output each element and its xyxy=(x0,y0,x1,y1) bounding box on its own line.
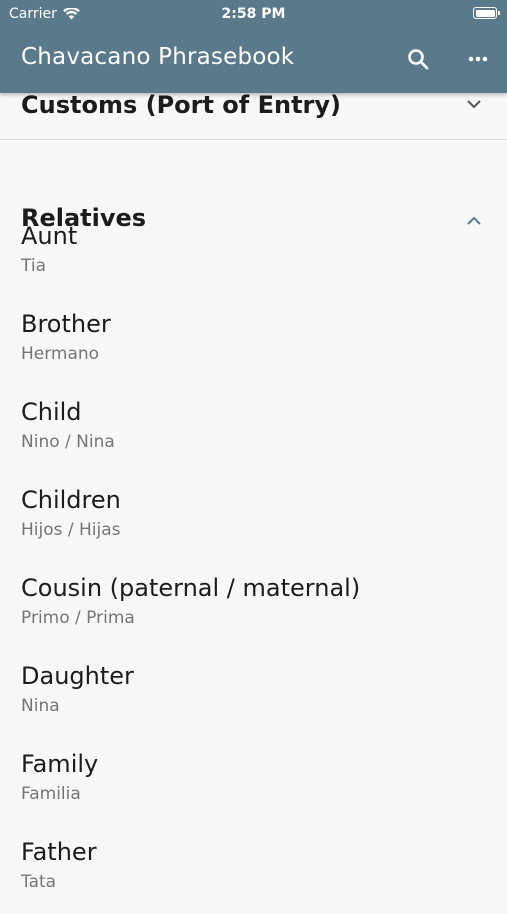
search-button[interactable] xyxy=(404,45,432,73)
phrase-item[interactable]: Cousin (paternal / maternal) Primo / Pri… xyxy=(0,562,507,650)
phrase-item[interactable]: Father Tata xyxy=(0,826,507,914)
phrase-term: Child xyxy=(21,398,82,426)
phrase-term: Cousin (paternal / maternal) xyxy=(21,574,361,602)
phrase-translation: Tia xyxy=(21,256,47,276)
phrase-item[interactable]: Family Familia xyxy=(0,738,507,826)
phrase-translation: Nino / Nina xyxy=(21,432,115,452)
phrase-term: Aunt xyxy=(21,222,78,250)
app-bar: Carrier 2:58 PM Chavacano Phrasebook xyxy=(0,0,507,93)
phrase-item[interactable]: Child Nino / Nina xyxy=(0,386,507,474)
section-customs-header[interactable]: Customs (Port of Entry) xyxy=(0,91,507,140)
more-horizontal-icon xyxy=(468,56,488,62)
phrase-translation: Tata xyxy=(21,872,57,892)
phrase-item[interactable]: Daughter Nina xyxy=(0,650,507,738)
phrase-translation: Hijos / Hijas xyxy=(21,520,121,540)
phrase-translation: Familia xyxy=(21,784,81,804)
phrase-item[interactable]: Aunt Tia xyxy=(0,210,507,298)
battery-icon xyxy=(473,7,500,19)
phrase-translation: Primo / Prima xyxy=(21,608,135,628)
phrase-list-container: Customs (Port of Entry) Relatives Aunt T… xyxy=(0,91,507,900)
phrase-term: Daughter xyxy=(21,662,134,690)
section-relatives-header[interactable]: Relatives xyxy=(0,140,507,232)
search-icon xyxy=(408,49,429,70)
status-bar: Carrier 2:58 PM xyxy=(0,0,507,27)
phrase-translation: Hermano xyxy=(21,344,100,364)
phrase-term: Children xyxy=(21,486,121,514)
phrase-item[interactable]: Children Hijos / Hijas xyxy=(0,474,507,562)
phrase-term: Family xyxy=(21,750,99,778)
phrase-term: Father xyxy=(21,838,97,866)
app-title: Chavacano Phrasebook xyxy=(21,44,295,70)
phrase-item[interactable]: Brother Hermano xyxy=(0,298,507,386)
phrase-translation: Nina xyxy=(21,696,60,716)
chevron-down-icon xyxy=(467,100,481,109)
section-title: Customs (Port of Entry) xyxy=(21,91,341,119)
more-options-button[interactable] xyxy=(464,45,492,73)
phrase-term: Brother xyxy=(21,310,111,338)
relatives-phrase-list: Aunt Tia Brother Hermano Child Nino / Ni… xyxy=(0,210,507,914)
status-time: 2:58 PM xyxy=(221,6,286,22)
